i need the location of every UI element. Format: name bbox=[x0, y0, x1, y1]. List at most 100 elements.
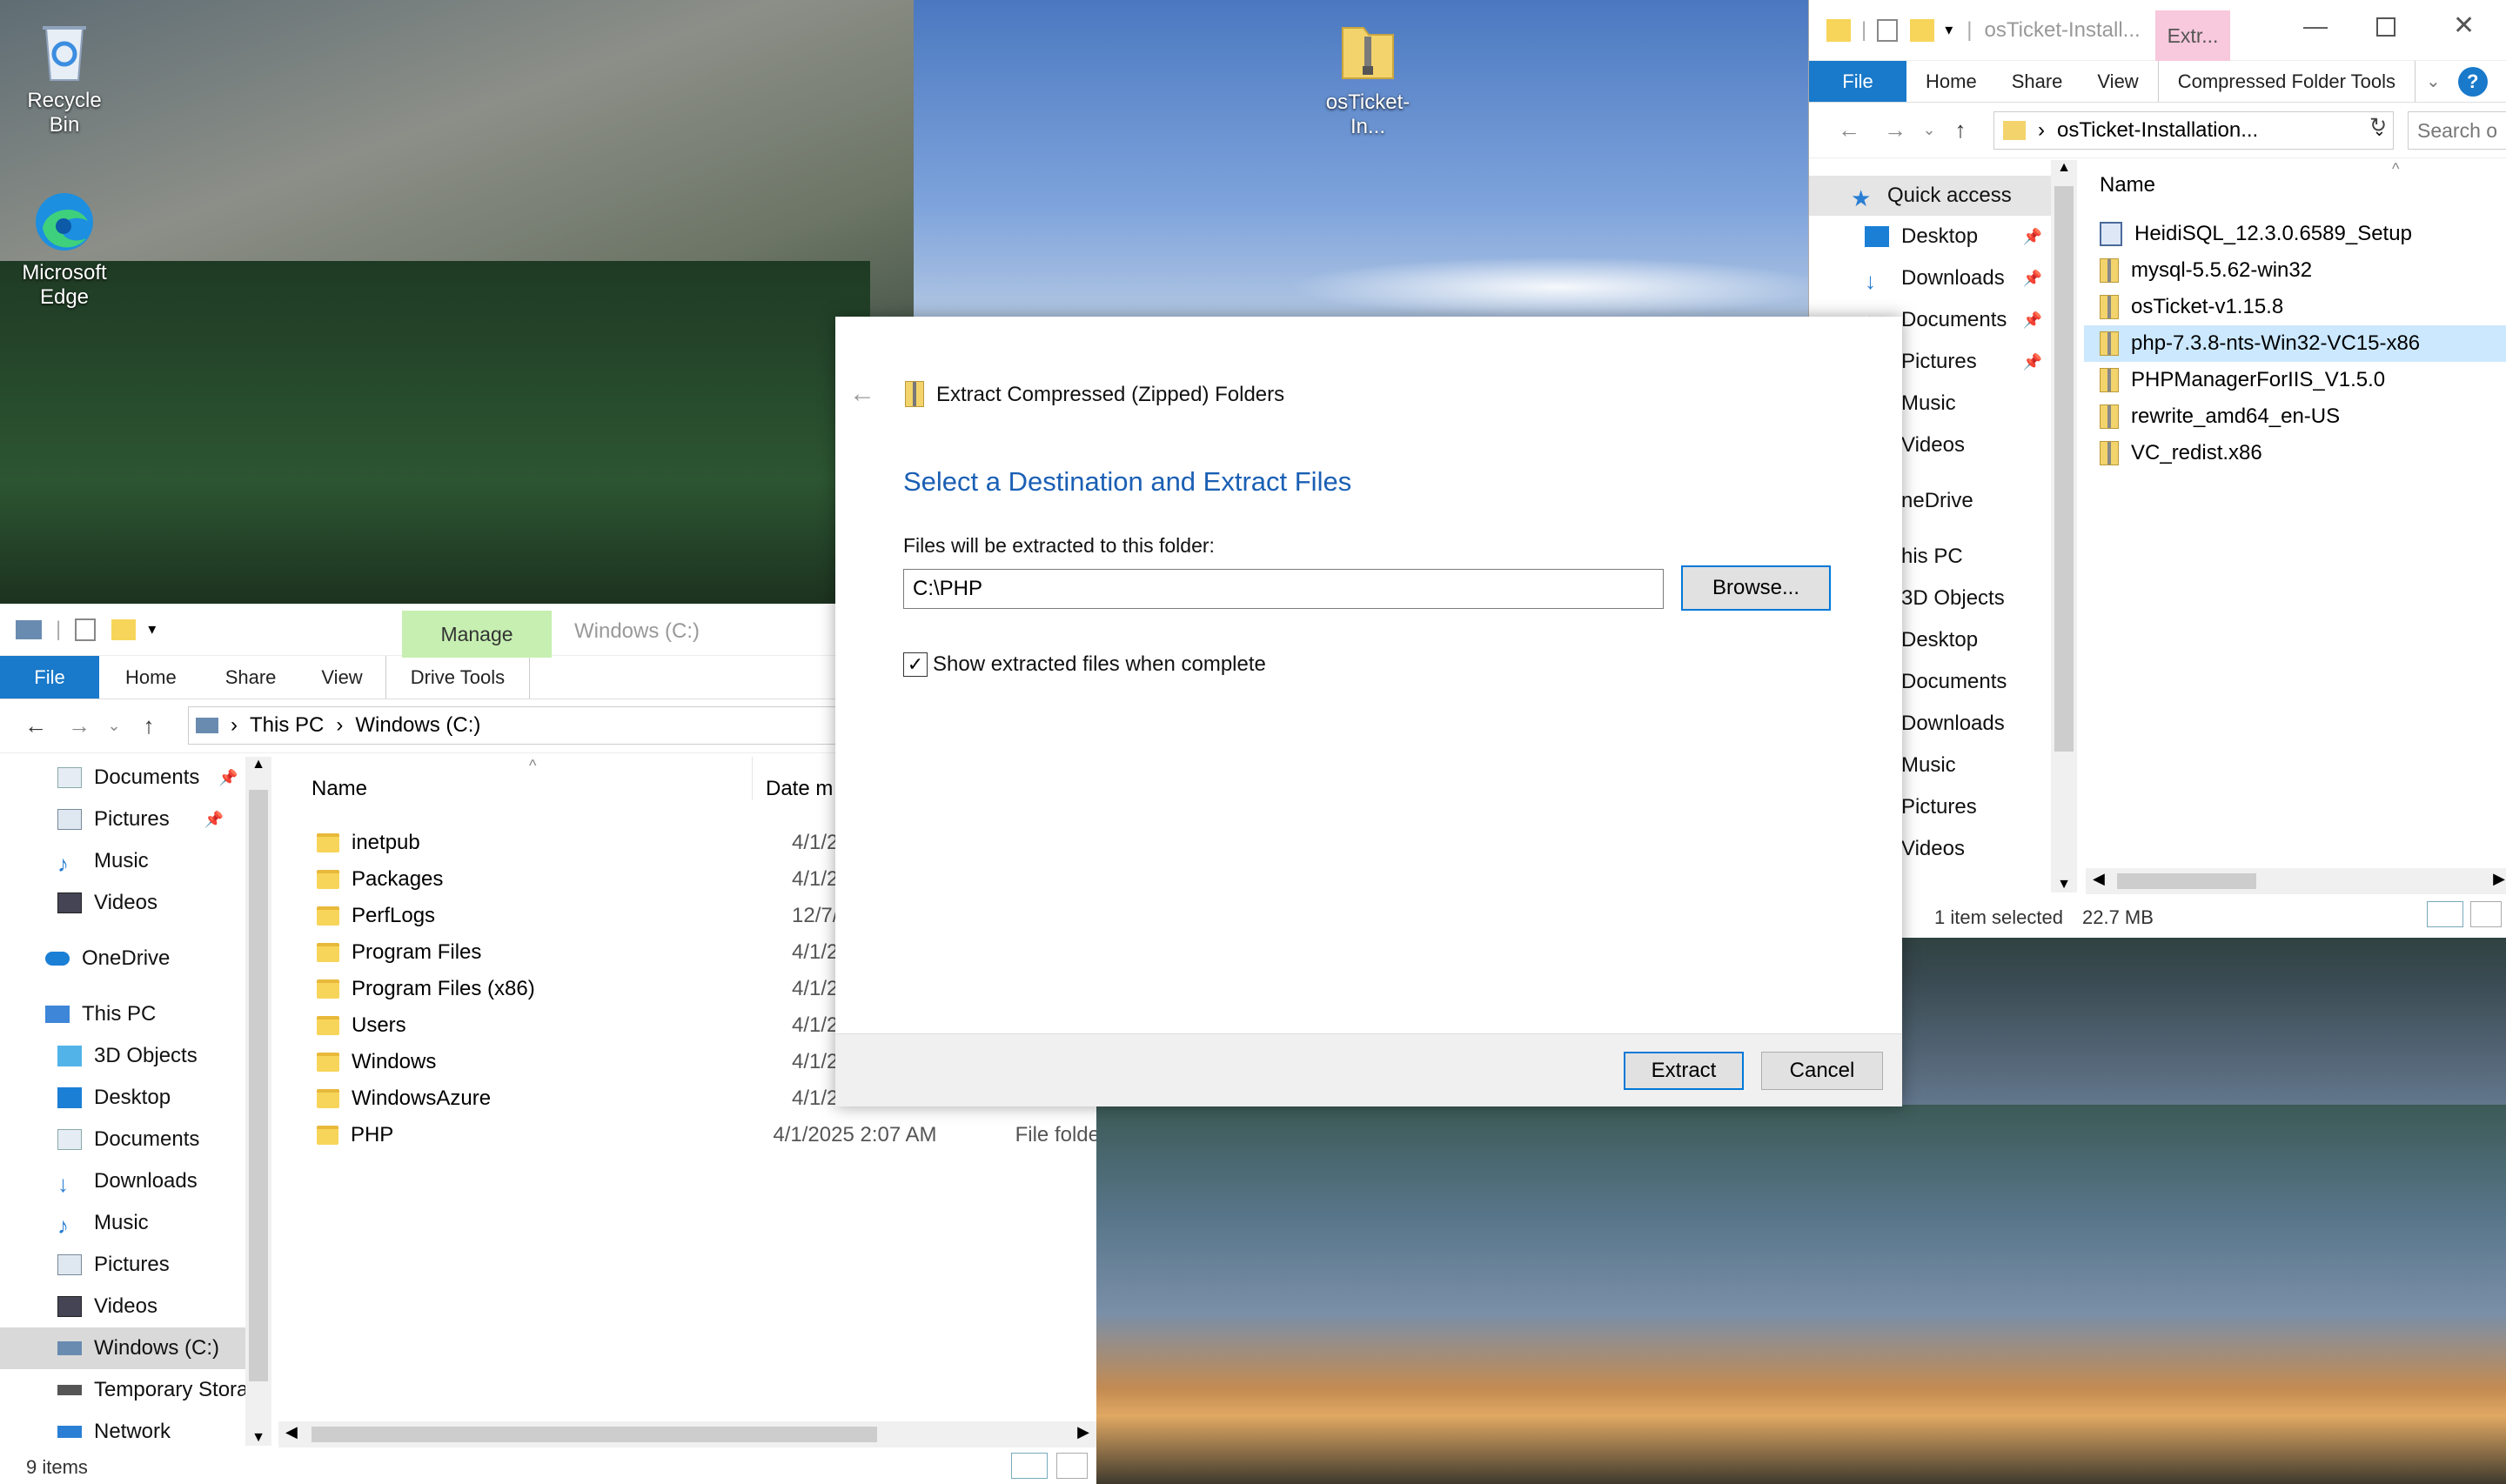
tab-home[interactable]: Home bbox=[99, 656, 203, 699]
desktop-icon-edge[interactable]: Microsoft Edge bbox=[12, 188, 117, 310]
nav-item-downloads[interactable]: ↓ Downloads bbox=[57, 1160, 271, 1202]
details-view-icon[interactable] bbox=[1011, 1453, 1048, 1479]
list-item[interactable]: VC_redist.x86 bbox=[2084, 435, 2506, 471]
tab-share[interactable]: Share bbox=[203, 656, 299, 699]
minimize-icon[interactable]: — bbox=[2303, 12, 2328, 40]
chevron-down-icon[interactable]: ▾ bbox=[148, 620, 156, 638]
recent-chevron-icon[interactable]: ⌄ bbox=[1917, 121, 1941, 139]
large-icons-view-icon[interactable] bbox=[1056, 1453, 1088, 1479]
extract-button[interactable]: Extract bbox=[1624, 1052, 1744, 1090]
close-icon[interactable]: ✕ bbox=[2453, 10, 2475, 41]
nav-item-windows-c[interactable]: Windows (C:) bbox=[0, 1327, 271, 1369]
nav-item-this-pc[interactable]: This PC bbox=[45, 993, 271, 1035]
scrollbar-thumb[interactable] bbox=[2117, 873, 2256, 889]
nav-item-downloads[interactable]: ↓ Downloads 📌 bbox=[1809, 257, 2060, 299]
search-input[interactable]: Search o bbox=[2408, 111, 2506, 150]
breadcrumb-windows-c[interactable]: Windows (C:) bbox=[355, 713, 480, 738]
tab-share[interactable]: Share bbox=[1996, 61, 2079, 102]
list-item[interactable]: PHPManagerForIIS_V1.5.0 bbox=[2084, 362, 2506, 398]
scrollbar-thumb[interactable] bbox=[249, 790, 268, 1381]
new-folder-icon[interactable] bbox=[1910, 18, 1935, 42]
list-item[interactable]: php-7.3.8-nts-Win32-VC15-x86 bbox=[2084, 325, 2506, 362]
up-arrow-icon[interactable]: ↑ bbox=[1941, 117, 1980, 144]
scroll-left-icon[interactable]: ◀ bbox=[2093, 870, 2105, 888]
scroll-up-icon[interactable]: ▲ bbox=[245, 757, 271, 772]
refresh-icon[interactable]: ↻ bbox=[2362, 113, 2394, 138]
horizontal-scrollbar[interactable]: ◀ ▶ bbox=[2086, 868, 2506, 894]
nav-scrollbar[interactable]: ▲ ▼ bbox=[2051, 160, 2077, 892]
nav-item-quick-access[interactable]: ★ Quick access bbox=[1809, 176, 2060, 216]
scrollbar-thumb[interactable] bbox=[312, 1427, 877, 1442]
back-arrow-icon[interactable]: ← bbox=[1825, 117, 1873, 144]
nav-item-videos-pc[interactable]: Videos bbox=[57, 1286, 271, 1327]
list-item[interactable]: osTicket-v1.15.8 bbox=[2084, 289, 2506, 325]
nav-item-onedrive[interactable]: OneDrive bbox=[45, 938, 271, 979]
forward-arrow-icon[interactable]: → bbox=[57, 712, 101, 739]
recent-chevron-icon[interactable]: ⌄ bbox=[101, 717, 127, 735]
tab-manage-context[interactable]: Manage bbox=[402, 611, 552, 658]
desktop-icon-recycle-bin[interactable]: Recycle Bin bbox=[12, 16, 117, 137]
horizontal-scrollbar[interactable]: ◀ ▶ bbox=[278, 1421, 1096, 1447]
tab-compressed-folder-tools[interactable]: Compressed Folder Tools bbox=[2157, 61, 2416, 102]
tab-file[interactable]: File bbox=[0, 656, 99, 699]
scrollbar-thumb[interactable] bbox=[2054, 186, 2074, 752]
up-arrow-icon[interactable]: ↑ bbox=[127, 712, 171, 739]
file-name: HeidiSQL_12.3.0.6589_Setup bbox=[2134, 222, 2412, 245]
chevron-down-icon[interactable]: ▾ bbox=[1945, 21, 1953, 39]
ribbon-expand-icon[interactable]: ⌄ bbox=[2426, 70, 2441, 92]
forward-arrow-icon[interactable]: → bbox=[1873, 117, 1917, 144]
scroll-down-icon[interactable]: ▼ bbox=[245, 1430, 271, 1446]
nav-item-music[interactable]: ♪ Music bbox=[57, 840, 271, 882]
nav-item-3d-objects[interactable]: 3D Objects bbox=[57, 1035, 271, 1077]
details-view-icon[interactable] bbox=[2427, 901, 2463, 927]
tab-view[interactable]: View bbox=[2078, 61, 2157, 102]
column-header-name[interactable]: Name bbox=[312, 771, 367, 807]
tab-home[interactable]: Home bbox=[1906, 61, 1996, 102]
list-item[interactable]: HeidiSQL_12.3.0.6589_Setup bbox=[2084, 216, 2506, 252]
scroll-left-icon[interactable]: ◀ bbox=[285, 1423, 298, 1441]
breadcrumb-zip[interactable]: osTicket-Installation... bbox=[2057, 118, 2258, 143]
nav-item-music-pc[interactable]: ♪ Music bbox=[57, 1202, 271, 1244]
breadcrumb-this-pc[interactable]: This PC bbox=[250, 713, 324, 738]
scroll-down-icon[interactable]: ▼ bbox=[2051, 877, 2077, 892]
cancel-button[interactable]: Cancel bbox=[1761, 1052, 1883, 1090]
new-folder-icon[interactable] bbox=[111, 618, 137, 640]
wallpaper-cloud bbox=[1288, 257, 1827, 318]
nav-item-network[interactable]: Network bbox=[57, 1414, 271, 1449]
help-icon[interactable]: ? bbox=[2457, 66, 2488, 97]
tab-drive-tools[interactable]: Drive Tools bbox=[385, 656, 531, 699]
dialog-heading: Select a Destination and Extract Files bbox=[903, 466, 1352, 497]
tab-extract-context[interactable]: Extr... bbox=[2155, 10, 2230, 61]
address-bar[interactable]: › osTicket-Installation... ⌄ bbox=[1993, 111, 2394, 150]
back-arrow-icon[interactable]: ← bbox=[14, 712, 57, 739]
tab-view[interactable]: View bbox=[298, 656, 385, 699]
nav-item-desktop[interactable]: Desktop 📌 bbox=[1809, 216, 2060, 257]
nav-item-temporary-storage[interactable]: Temporary Stora bbox=[57, 1369, 271, 1411]
address-bar[interactable]: › This PC › Windows (C:) bbox=[188, 706, 839, 745]
large-icons-view-icon[interactable] bbox=[2470, 901, 2502, 927]
scroll-right-icon[interactable]: ▶ bbox=[2493, 870, 2505, 888]
list-item[interactable]: rewrite_amd64_en-US bbox=[2084, 398, 2506, 435]
scroll-right-icon[interactable]: ▶ bbox=[1077, 1423, 1089, 1441]
nav-item-documents[interactable]: Documents 📌 bbox=[57, 757, 271, 799]
column-header-date[interactable]: Date m bbox=[766, 771, 833, 807]
properties-icon[interactable] bbox=[75, 618, 97, 641]
nav-scrollbar[interactable]: ▲ ▼ bbox=[245, 757, 271, 1446]
list-item[interactable]: mysql-5.5.62-win32 bbox=[2084, 252, 2506, 289]
desktop-icon-osticket-zip[interactable]: osTicket-In... bbox=[1316, 17, 1420, 139]
nav-item-documents-pc[interactable]: Documents bbox=[57, 1119, 271, 1160]
destination-input[interactable]: C:\PHP bbox=[903, 569, 1664, 609]
scroll-up-icon[interactable]: ▲ bbox=[2051, 160, 2077, 176]
column-header-name[interactable]: Name bbox=[2100, 167, 2155, 204]
nav-item-pictures-pc[interactable]: Pictures bbox=[57, 1244, 271, 1286]
nav-item-pictures[interactable]: Pictures 📌 bbox=[57, 799, 271, 840]
properties-icon[interactable] bbox=[1877, 18, 1899, 42]
tab-file[interactable]: File bbox=[1809, 61, 1906, 102]
nav-item-videos[interactable]: Videos bbox=[57, 882, 271, 924]
back-arrow-icon[interactable]: ← bbox=[849, 379, 875, 409]
show-files-checkbox[interactable]: ✓ bbox=[903, 652, 928, 677]
maximize-icon[interactable] bbox=[2376, 17, 2395, 37]
nav-item-desktop[interactable]: Desktop bbox=[57, 1077, 271, 1119]
table-row[interactable]: PHP 4/1/2025 2:07 AM File folde bbox=[317, 1117, 1096, 1153]
browse-button[interactable]: Browse... bbox=[1681, 565, 1831, 611]
